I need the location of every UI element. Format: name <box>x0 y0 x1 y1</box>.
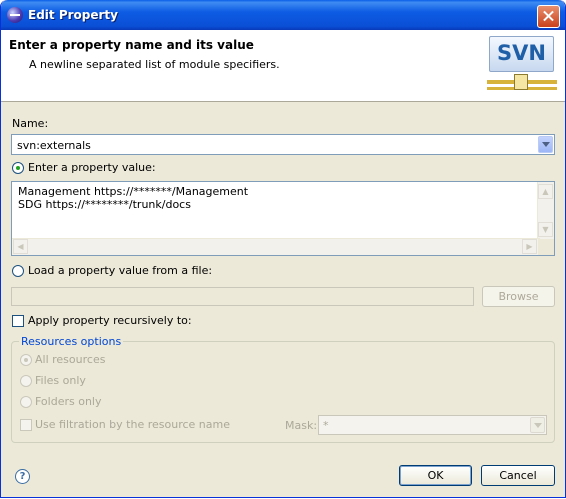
svn-logo-text: SVN <box>497 41 546 65</box>
property-value-line: SDG https://********/trunk/docs <box>18 198 191 211</box>
close-button[interactable] <box>537 5 560 28</box>
name-combo-value: svn:externals <box>17 139 91 152</box>
help-icon[interactable]: ? <box>15 469 30 484</box>
vertical-scrollbar[interactable]: ▲ ▼ <box>537 182 554 239</box>
window-title: Edit Property <box>28 8 118 22</box>
horizontal-scrollbar[interactable]: ◀ ▶ <box>12 238 540 255</box>
all-resources-label: All resources <box>35 353 106 366</box>
edit-property-dialog: Edit Property Enter a property name and … <box>0 0 566 498</box>
enter-value-label[interactable]: Enter a property value: <box>28 161 156 174</box>
enter-value-radio[interactable] <box>12 162 24 174</box>
ok-button[interactable]: OK <box>399 465 472 486</box>
svn-logo-box: SVN <box>489 36 554 72</box>
folders-only-label: Folders only <box>35 395 102 408</box>
banner-title: Enter a property name and its value <box>9 38 254 52</box>
cancel-button[interactable]: Cancel <box>481 465 555 486</box>
mask-combo[interactable]: * <box>318 415 547 435</box>
apply-recursively-checkbox[interactable] <box>12 315 24 327</box>
scroll-right-icon[interactable]: ▶ <box>522 239 537 254</box>
chevron-down-icon[interactable] <box>538 136 553 153</box>
files-only-label: Files only <box>35 374 86 387</box>
filtration-label: Use filtration by the resource name <box>35 418 230 431</box>
chevron-down-icon[interactable] <box>530 417 545 433</box>
property-value-text: Management https://*******/Management SDG… <box>18 185 248 211</box>
banner-description: A newline separated list of module speci… <box>29 58 280 71</box>
files-only-radio[interactable] <box>20 375 32 387</box>
name-combo[interactable]: svn:externals <box>11 134 555 155</box>
file-path-field[interactable] <box>11 287 474 306</box>
property-value-textarea[interactable]: Management https://*******/Management SDG… <box>11 181 555 256</box>
eclipse-icon <box>7 7 23 23</box>
scroll-up-icon[interactable]: ▲ <box>538 184 553 199</box>
property-value-line: Management https://*******/Management <box>18 185 249 198</box>
filtration-checkbox[interactable] <box>20 419 32 431</box>
mask-combo-value: * <box>323 419 329 432</box>
folders-only-radio[interactable] <box>20 396 32 408</box>
apply-recursively-label[interactable]: Apply property recursively to: <box>28 314 192 327</box>
scroll-down-icon[interactable]: ▼ <box>538 222 553 237</box>
browse-button[interactable]: Browse <box>482 286 555 307</box>
header-banner: Enter a property name and its value A ne… <box>1 30 565 102</box>
load-from-file-radio[interactable] <box>12 265 24 277</box>
all-resources-radio[interactable] <box>20 354 32 366</box>
name-label: Name: <box>12 117 49 130</box>
mask-label: Mask: <box>285 419 318 432</box>
title-bar[interactable]: Edit Property <box>1 0 565 30</box>
svn-logo: SVN <box>487 36 557 96</box>
scroll-left-icon[interactable]: ◀ <box>13 239 28 254</box>
load-from-file-label[interactable]: Load a property value from a file: <box>28 264 212 277</box>
resources-options-title: Resources options <box>19 335 124 348</box>
